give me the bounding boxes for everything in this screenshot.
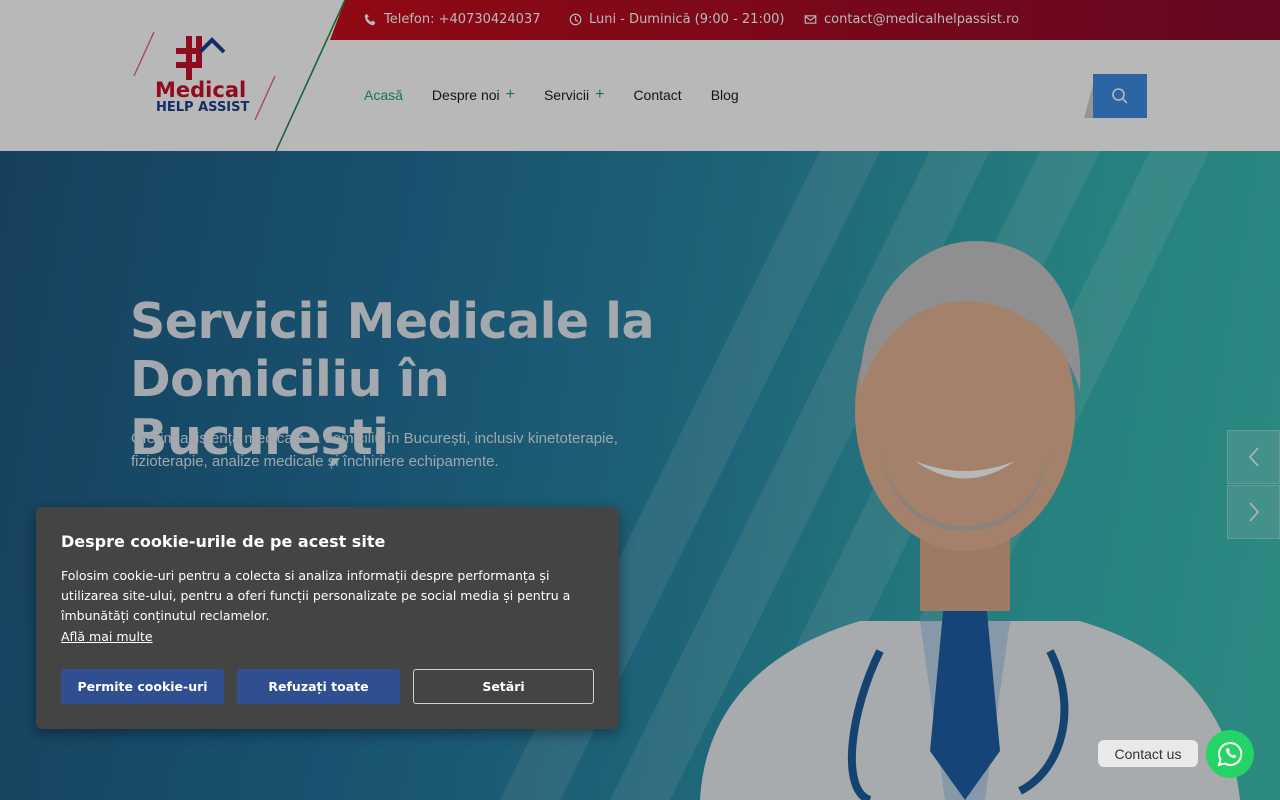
- slider-next-button[interactable]: [1227, 485, 1280, 539]
- contact-us-label[interactable]: Contact us: [1098, 740, 1198, 767]
- allow-cookies-button[interactable]: Permite cookie-uri: [61, 669, 224, 704]
- whatsapp-icon: [1217, 741, 1243, 767]
- nav-item-home[interactable]: Acasă: [364, 87, 403, 103]
- nav-item-blog[interactable]: Blog: [711, 87, 739, 103]
- phone-icon: [364, 13, 376, 26]
- learn-more-link[interactable]: Află mai multe: [61, 629, 153, 644]
- hours-info: Luni - Duminică (9:00 - 21:00): [569, 12, 784, 27]
- nav-label: Servicii: [543, 87, 590, 103]
- nav-label: Blog: [710, 87, 739, 103]
- refuse-all-button[interactable]: Refuzați toate: [237, 669, 400, 704]
- site-header: Telefon: +40730424037 Luni - Duminică (9…: [0, 0, 1280, 151]
- search-icon: [1112, 88, 1128, 104]
- slider-prev-button[interactable]: [1227, 430, 1280, 484]
- email-info[interactable]: contact@medicalhelpassist.ro: [804, 12, 1019, 27]
- nav-label: Contact: [633, 87, 682, 103]
- cookie-title: Despre cookie-urile de pe acest site: [61, 532, 386, 551]
- main-nav: Acasă Despre noi + Servicii + Contact Blog: [364, 86, 768, 104]
- search-button[interactable]: [1093, 74, 1147, 118]
- nav-label: Acasă: [364, 87, 403, 103]
- nav-item-services[interactable]: Servicii +: [543, 86, 605, 104]
- plus-icon: +: [595, 86, 605, 103]
- logo[interactable]: Medical HELP ASSIST: [0, 0, 350, 151]
- logo-text-medical: Medical: [155, 78, 246, 102]
- hero-description: Oferim asistență medicală la domiciliu î…: [131, 430, 618, 470]
- hours-text: Luni - Duminică (9:00 - 21:00): [589, 12, 785, 27]
- phone-text: Telefon: +40730424037: [384, 12, 541, 27]
- email-text: contact@medicalhelpassist.ro: [824, 12, 1020, 27]
- nav-item-contact[interactable]: Contact: [633, 87, 681, 103]
- whatsapp-button[interactable]: [1206, 730, 1254, 778]
- mail-icon: [804, 15, 817, 24]
- nav-label: Despre noi: [431, 87, 500, 103]
- logo-text-assist: HELP ASSIST: [156, 100, 250, 115]
- clock-icon: [569, 13, 582, 26]
- cookie-banner: Despre cookie-urile de pe acest site Fol…: [36, 507, 619, 729]
- hero-title-line: Servicii Medicale la: [130, 293, 655, 350]
- cookie-settings-button[interactable]: Setări: [413, 669, 594, 704]
- nav-item-about[interactable]: Despre noi +: [431, 86, 515, 104]
- chevron-left-icon: [1248, 447, 1259, 467]
- cookie-text: Folosim cookie-uri pentru a colecta si a…: [61, 568, 571, 623]
- plus-icon: +: [505, 86, 515, 103]
- chevron-right-icon: [1248, 502, 1259, 522]
- phone-info[interactable]: Telefon: +40730424037: [364, 12, 541, 27]
